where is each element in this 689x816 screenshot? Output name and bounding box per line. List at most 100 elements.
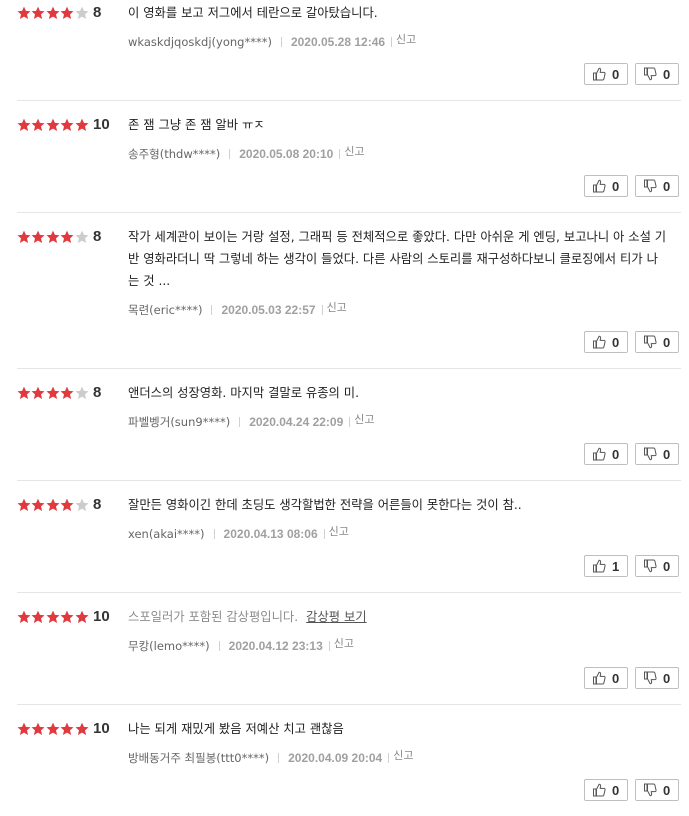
- spoiler-notice: 스포일러가 포함된 감상평입니다.: [128, 610, 299, 624]
- review-text: 이 영화를 보고 저그에서 테란으로 갈아탔습니다.: [128, 2, 668, 24]
- star-icon: [46, 610, 60, 624]
- like-count: 1: [612, 559, 620, 574]
- review-content: 잘만든 영화이긴 한데 초딩도 생각할법한 전략을 어른들이 못한다는 것이 참…: [128, 498, 522, 512]
- thumbs-down-icon: [643, 179, 657, 193]
- like-count: 0: [612, 447, 620, 462]
- star-icon: [60, 118, 74, 132]
- review-content: 나는 되게 재밌게 봤음 저예산 치고 괜찮음: [128, 722, 344, 736]
- star-icon: [46, 722, 60, 736]
- star-icon: [46, 118, 60, 132]
- thumbs-up-icon: [592, 447, 606, 461]
- review-content: 앤더스의 성장영화. 마지막 결말로 유종의 미.: [128, 386, 359, 400]
- thumbs-down-icon: [643, 671, 657, 685]
- star-rating: [17, 6, 89, 22]
- star-icon: [60, 230, 74, 244]
- review-meta: wkaskdjqoskdj(yong****) 2020.05.28 12:46 신…: [128, 33, 416, 50]
- review-date: 2020.04.12 23:13: [228, 639, 323, 653]
- review-separator: [17, 100, 681, 101]
- dislike-button[interactable]: 0: [635, 779, 679, 801]
- divider: [278, 753, 280, 763]
- report-link[interactable]: 신고: [393, 749, 413, 762]
- star-icon: [31, 610, 45, 624]
- star-rating: [17, 498, 89, 514]
- thumbs-down-icon: [643, 447, 657, 461]
- star-icon: [17, 498, 31, 512]
- dislike-count: 0: [663, 67, 671, 82]
- divider: [229, 149, 231, 159]
- review-text: 존 잼 그냥 존 잼 알바 ㅠㅈ: [128, 114, 668, 136]
- dislike-button[interactable]: 0: [635, 555, 679, 577]
- star-icon: [17, 6, 31, 20]
- star-icon: [17, 386, 31, 400]
- dislike-button[interactable]: 0: [635, 443, 679, 465]
- review-meta: 목련(eric****) 2020.05.03 22:57 신고: [128, 301, 347, 318]
- star-icon: [17, 722, 31, 736]
- divider: [211, 305, 213, 315]
- reviewer-name[interactable]: 송주형(thdw****): [128, 147, 220, 161]
- reviewer-name[interactable]: 방배동거주 최필봉(ttt0****): [128, 751, 269, 765]
- report-link[interactable]: 신고: [327, 301, 347, 314]
- star-icon: [75, 6, 89, 20]
- star-icon: [60, 386, 74, 400]
- star-icon: [31, 498, 45, 512]
- review-meta: 무캉(lemo****) 2020.04.12 23:13 신고: [128, 637, 354, 654]
- like-button[interactable]: 1: [584, 555, 628, 577]
- thumbs-up-icon: [592, 67, 606, 81]
- dislike-button[interactable]: 0: [635, 63, 679, 85]
- star-icon: [75, 386, 89, 400]
- reviewer-name[interactable]: wkaskdjqoskdj(yong****): [128, 35, 272, 49]
- reviewer-name[interactable]: 목련(eric****): [128, 303, 202, 317]
- like-button[interactable]: 0: [584, 331, 628, 353]
- report-link[interactable]: 신고: [354, 413, 374, 426]
- reviewer-name[interactable]: xen(akai****): [128, 527, 205, 541]
- dislike-count: 0: [663, 335, 671, 350]
- reviewer-name[interactable]: 파벨벵거(sun9****): [128, 415, 230, 429]
- review-text: 나는 되게 재밌게 봤음 저예산 치고 괜찮음: [128, 718, 668, 740]
- review-text: 앤더스의 성장영화. 마지막 결말로 유종의 미.: [128, 382, 668, 404]
- divider: [218, 641, 220, 651]
- review-date: 2020.05.28 12:46: [290, 35, 386, 49]
- star-icon: [60, 610, 74, 624]
- like-button[interactable]: 0: [584, 667, 628, 689]
- review-date: 2020.04.13 08:06: [223, 527, 318, 541]
- review-meta: 송주형(thdw****) 2020.05.08 20:10 신고: [128, 145, 365, 162]
- like-button[interactable]: 0: [584, 63, 628, 85]
- divider: [213, 529, 215, 539]
- like-count: 0: [612, 179, 620, 194]
- review-date: 2020.04.09 20:04: [288, 751, 383, 765]
- divider: [280, 37, 282, 47]
- like-button[interactable]: 0: [584, 175, 628, 197]
- rating-score: 8: [93, 228, 102, 245]
- like-button[interactable]: 0: [584, 779, 628, 801]
- review-content: 존 잼 그냥 존 잼 알바 ㅠㅈ: [128, 118, 265, 132]
- star-icon: [17, 118, 31, 132]
- like-button[interactable]: 0: [584, 443, 628, 465]
- review-date: 2020.04.24 22:09: [249, 415, 344, 429]
- star-icon: [75, 610, 89, 624]
- dislike-button[interactable]: 0: [635, 175, 679, 197]
- reviewer-name[interactable]: 무캉(lemo****): [128, 639, 210, 653]
- star-icon: [75, 118, 89, 132]
- report-link[interactable]: 신고: [329, 525, 349, 538]
- like-count: 0: [612, 67, 620, 82]
- dislike-button[interactable]: 0: [635, 331, 679, 353]
- rating-score: 8: [93, 4, 102, 21]
- like-count: 0: [612, 783, 620, 798]
- star-icon: [75, 498, 89, 512]
- review-separator: [17, 704, 681, 705]
- report-link[interactable]: 신고: [334, 637, 354, 650]
- dislike-button[interactable]: 0: [635, 667, 679, 689]
- divider: [323, 529, 325, 539]
- report-link[interactable]: 신고: [396, 33, 416, 46]
- review-separator: [17, 592, 681, 593]
- rating-score: 10: [93, 116, 110, 133]
- star-rating: [17, 118, 89, 134]
- star-rating: [17, 722, 89, 738]
- review-text: 작가 세계관이 보이는 거랑 설정, 그래픽 등 전체적으로 좋았다. 다만 아…: [128, 226, 668, 292]
- star-icon: [60, 498, 74, 512]
- report-link[interactable]: 신고: [344, 145, 364, 158]
- rating-score: 8: [93, 496, 102, 513]
- view-review-link[interactable]: 감상평 보기: [306, 610, 366, 624]
- star-icon: [17, 230, 31, 244]
- star-icon: [60, 6, 74, 20]
